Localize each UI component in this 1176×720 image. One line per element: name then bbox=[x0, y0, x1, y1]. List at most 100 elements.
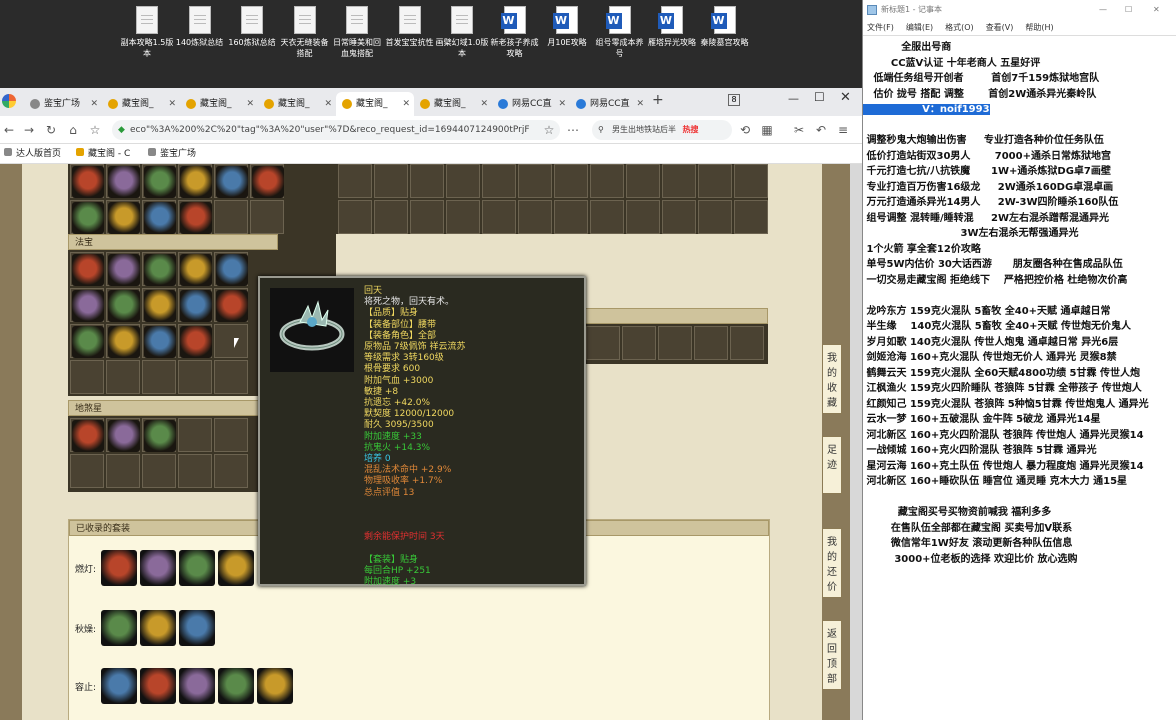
bookmark-item[interactable]: 藏宝阁 - C bbox=[76, 144, 130, 164]
close-icon[interactable]: ✕ bbox=[840, 90, 851, 105]
new-tab-button[interactable]: + bbox=[652, 92, 664, 108]
equipment-slot[interactable] bbox=[70, 164, 104, 198]
suit-item-icon[interactable] bbox=[101, 610, 137, 646]
star-icon[interactable]: ☆ bbox=[86, 120, 104, 140]
tab-1[interactable]: 鉴宝广场 ✕ bbox=[24, 92, 102, 116]
storage-slot[interactable] bbox=[698, 200, 732, 234]
storage-slot[interactable] bbox=[586, 326, 620, 360]
fabao-slot[interactable] bbox=[70, 360, 104, 394]
bookmark-item[interactable]: 达人版首页 bbox=[4, 144, 61, 164]
fabao-slot[interactable] bbox=[178, 360, 212, 394]
tab-close-icon[interactable]: ✕ bbox=[168, 92, 176, 116]
dizhaqi-slot[interactable] bbox=[142, 418, 176, 452]
storage-slot[interactable] bbox=[410, 164, 444, 198]
tab-6[interactable]: 藏宝阁_ ✕ bbox=[414, 92, 492, 116]
fabao-slot[interactable] bbox=[70, 324, 104, 358]
storage-slot[interactable] bbox=[590, 200, 624, 234]
storage-slot[interactable] bbox=[730, 326, 764, 360]
equipment-slot[interactable] bbox=[106, 164, 140, 198]
side-button-2[interactable]: 足迹 bbox=[822, 436, 842, 494]
dizhaqi-slot[interactable] bbox=[178, 454, 212, 488]
fabao-slot[interactable] bbox=[142, 252, 176, 286]
tab-close-icon[interactable]: ✕ bbox=[324, 92, 332, 116]
suit-item-icon[interactable] bbox=[101, 668, 137, 704]
suit-item-icon[interactable] bbox=[140, 610, 176, 646]
home-icon[interactable]: ⌂ bbox=[64, 120, 82, 140]
fabao-slot[interactable] bbox=[106, 252, 140, 286]
storage-slot[interactable] bbox=[662, 164, 696, 198]
desktop-icon[interactable]: W 月10E攻略 bbox=[540, 6, 594, 48]
fabao-slot[interactable] bbox=[70, 252, 104, 286]
address-bar[interactable]: ◆ eco"%3A%200%2C%20"tag"%3A%20"user"%7D&… bbox=[112, 120, 560, 140]
storage-slot[interactable] bbox=[626, 200, 660, 234]
fabao-slot[interactable] bbox=[178, 252, 212, 286]
refresh-icon[interactable]: ↻ bbox=[42, 120, 60, 140]
sync-icon[interactable]: ⟲ bbox=[736, 120, 754, 140]
dizhaqi-slot[interactable] bbox=[70, 418, 104, 452]
desktop-icon[interactable]: W 秦陵墓宫攻略 bbox=[698, 6, 752, 48]
side-button-4[interactable]: 返回顶部 bbox=[822, 620, 842, 690]
fabao-slot[interactable] bbox=[142, 360, 176, 394]
storage-slot[interactable] bbox=[446, 200, 480, 234]
storage-slot[interactable] bbox=[374, 200, 408, 234]
equipment-slot[interactable] bbox=[250, 200, 284, 234]
storage-slot[interactable] bbox=[338, 200, 372, 234]
browser-logo-icon[interactable] bbox=[2, 94, 16, 108]
tab-4[interactable]: 藏宝阁_ ✕ bbox=[258, 92, 336, 116]
more-icon[interactable]: ⋯ bbox=[564, 120, 582, 140]
back-icon[interactable]: ← bbox=[0, 120, 18, 140]
notepad-menu-item[interactable]: 查看(V) bbox=[986, 23, 1014, 32]
tab-7[interactable]: 网易CC直 ✕ bbox=[492, 92, 570, 116]
tab-3[interactable]: 藏宝阁_ ✕ bbox=[180, 92, 258, 116]
notepad-text[interactable]: 全服出号商 CC蓝V认证 十年老商人 五星好评 低端任务组号开创者 首创7千15… bbox=[863, 40, 1176, 567]
storage-slot[interactable] bbox=[734, 164, 768, 198]
storage-slot[interactable] bbox=[662, 200, 696, 234]
suit-item-icon[interactable] bbox=[140, 668, 176, 704]
fabao-slot[interactable] bbox=[70, 288, 104, 322]
equipment-slot[interactable] bbox=[106, 200, 140, 234]
dizhaqi-slot[interactable] bbox=[142, 454, 176, 488]
dizhaqi-slot[interactable] bbox=[214, 418, 248, 452]
storage-slot[interactable] bbox=[374, 164, 408, 198]
bookmark-star-icon[interactable]: ☆ bbox=[540, 120, 558, 140]
notepad-menu-item[interactable]: 文件(F) bbox=[867, 23, 894, 32]
scissors-icon[interactable]: ✂ bbox=[790, 120, 808, 140]
tab-close-icon[interactable]: ✕ bbox=[636, 92, 644, 116]
storage-slot[interactable] bbox=[410, 200, 444, 234]
notepad-menu-item[interactable]: 帮助(H) bbox=[1025, 23, 1053, 32]
fabao-slot[interactable] bbox=[142, 288, 176, 322]
storage-slot[interactable] bbox=[658, 326, 692, 360]
equipment-slot[interactable] bbox=[178, 200, 212, 234]
storage-slot[interactable] bbox=[338, 164, 372, 198]
equipment-slot[interactable] bbox=[142, 200, 176, 234]
desktop-icon[interactable]: W 组号零成本养号 bbox=[593, 6, 647, 59]
desktop-icon[interactable]: 首发宝宝抗性 bbox=[383, 6, 437, 48]
storage-slot[interactable] bbox=[518, 164, 552, 198]
suit-item-icon[interactable] bbox=[140, 550, 176, 586]
tab-close-icon[interactable]: ✕ bbox=[402, 92, 410, 116]
desktop-icon[interactable]: 画檗幻域1.0版本 bbox=[435, 6, 489, 59]
notepad-minimize-icon[interactable]: — bbox=[1099, 0, 1107, 20]
dizhaqi-slot[interactable] bbox=[178, 418, 212, 452]
fabao-slot[interactable] bbox=[106, 360, 140, 394]
maximize-icon[interactable]: ☐ bbox=[814, 90, 825, 104]
tab-close-icon[interactable]: ✕ bbox=[480, 92, 488, 116]
fabao-slot[interactable] bbox=[214, 252, 248, 286]
side-button-1[interactable]: 我的收藏 bbox=[822, 344, 842, 414]
equipment-slot[interactable] bbox=[214, 200, 248, 234]
storage-slot[interactable] bbox=[518, 200, 552, 234]
storage-slot[interactable] bbox=[446, 164, 480, 198]
fabao-slot[interactable] bbox=[106, 324, 140, 358]
storage-slot[interactable] bbox=[734, 200, 768, 234]
desktop-icon[interactable]: 天衣无缝装备搭配 bbox=[278, 6, 332, 59]
desktop-icon[interactable]: 140炼狱总结 bbox=[173, 6, 227, 48]
storage-slot[interactable] bbox=[622, 326, 656, 360]
desktop-icon[interactable]: 日常睡美和回血鬼搭配 bbox=[330, 6, 384, 59]
suit-item-icon[interactable] bbox=[101, 550, 137, 586]
storage-slot[interactable] bbox=[590, 164, 624, 198]
storage-slot[interactable] bbox=[482, 164, 516, 198]
fabao-slot[interactable] bbox=[214, 360, 248, 394]
forward-icon[interactable]: → bbox=[20, 120, 38, 140]
notepad-close-icon[interactable]: ✕ bbox=[1153, 0, 1160, 20]
storage-slot[interactable] bbox=[626, 164, 660, 198]
